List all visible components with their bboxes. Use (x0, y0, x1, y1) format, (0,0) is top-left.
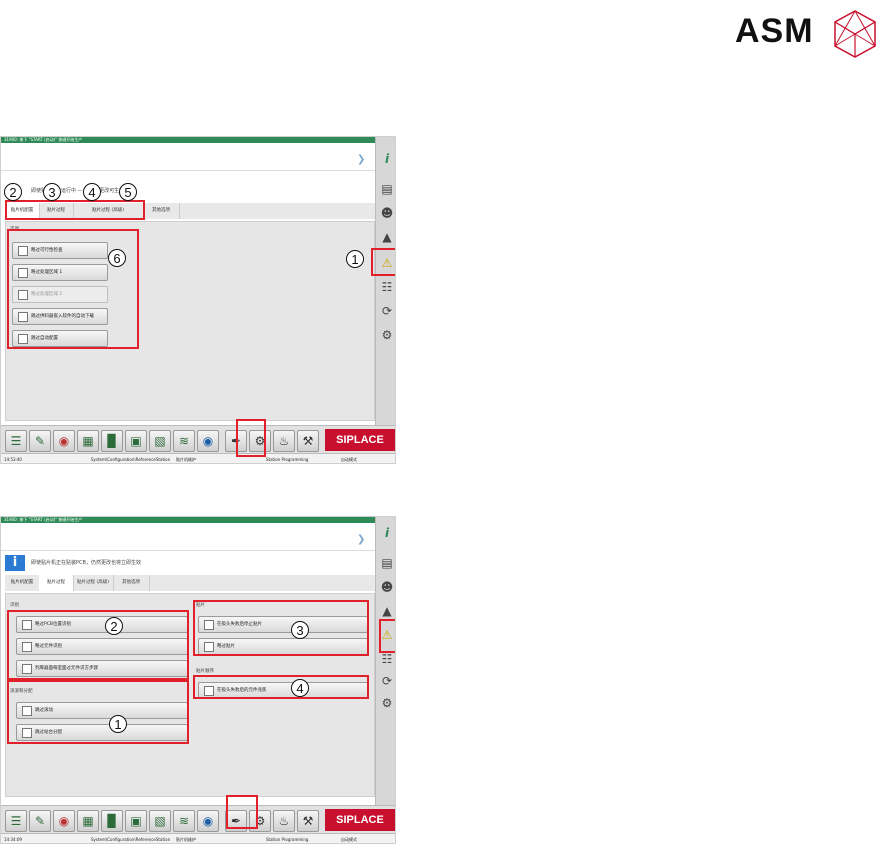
users-icon[interactable]: ☻ (379, 205, 395, 221)
callout-1: 1 (346, 250, 364, 268)
tool-icon[interactable]: ✎ (29, 810, 51, 832)
layout-icon[interactable]: ▲ (379, 603, 395, 619)
status-bar: 14:34:09 System\Configuration\ReferenceS… (1, 833, 395, 843)
status-mode: Station Programming (266, 837, 309, 842)
bottom-toolbar: ☰ ✎ ◉ ▦ ▉ ▣ ▧ ≋ ◉ ✒ ⚙ ♨ ⚒ SIPLACE (1, 425, 395, 453)
tab-placement[interactable]: 贴片过程 (39, 575, 74, 591)
info-icon[interactable]: i (379, 525, 395, 541)
status-auto: 自动模式 (341, 457, 357, 462)
tape-icon[interactable]: ⟳ (379, 303, 395, 319)
tab-other-options[interactable]: 其他选项 (143, 203, 180, 219)
highlight-rollout (7, 680, 189, 744)
highlight-identify (7, 610, 189, 680)
layout-icon[interactable]: ▲ (379, 229, 395, 245)
camera-icon[interactable]: ◉ (197, 430, 219, 452)
group-sequence-title: 贴片顺序 (196, 669, 214, 674)
grid-icon[interactable]: ▦ (77, 810, 99, 832)
siplace-logo: SIPLACE (325, 429, 395, 451)
group-identify-title: 识别 (10, 603, 19, 608)
book-icon[interactable]: ▧ (149, 430, 171, 452)
message-area (1, 143, 375, 171)
info-icon: i (5, 555, 25, 571)
highlight-toolbar (226, 795, 258, 829)
highlight-tabs (5, 200, 145, 220)
callout-6: 6 (108, 249, 126, 267)
callout-3: 3 (291, 621, 309, 639)
highlight-warning (379, 619, 395, 653)
spanner-icon[interactable]: ⚒ (297, 810, 319, 832)
callout-3: 3 (43, 183, 61, 201)
right-sidebar: i ▤ ☻ ▲ ⚠ ☷ ⟳ ⚙ (375, 517, 395, 805)
info-icon[interactable]: i (379, 151, 395, 167)
highlight-placement (193, 600, 369, 656)
status-station: 贴片机维护 (176, 457, 196, 462)
asm-logo-icon (832, 9, 878, 59)
info-text: 即使贴片机正在贴装PCB，仍然更改也将立即生效 (31, 560, 141, 566)
callout-5: 5 (119, 183, 137, 201)
nozzle-icon[interactable]: ⚙ (379, 695, 395, 711)
status-time: 14:34:09 (4, 837, 22, 842)
layers-icon[interactable]: ☰ (5, 810, 27, 832)
screenshot-bottom: 31900: 按下 "START (启动)" 按键开始生产 ❯ i 即使贴片机正… (0, 516, 396, 844)
bottom-toolbar: ☰ ✎ ◉ ▦ ▉ ▣ ▧ ≋ ◉ ✒ ⚙ ♨ ⚒ SIPLACE (1, 805, 395, 833)
nozzle-icon[interactable]: ⚙ (379, 327, 395, 343)
book-icon[interactable]: ▧ (149, 810, 171, 832)
chart-icon[interactable]: ▉ (101, 430, 123, 452)
screenshot-top: 31900: 按下 "START (启动)" 按键开始生产 ❯ 即使贴片机在运行… (0, 136, 396, 464)
feeder-icon[interactable]: ☷ (379, 279, 395, 295)
tab-other-options[interactable]: 其他选项 (113, 575, 150, 591)
siplace-logo: SIPLACE (325, 809, 395, 831)
status-station: 贴片机维护 (176, 837, 196, 842)
highlight-options (7, 229, 139, 349)
save-icon[interactable]: ▣ (125, 810, 147, 832)
status-time: 14:53:40 (4, 457, 22, 462)
status-bar: 14:53:40 System\Configuration\ReferenceS… (1, 453, 395, 463)
tool-icon[interactable]: ✎ (29, 430, 51, 452)
oil-icon[interactable]: ♨ (273, 430, 295, 452)
callout-1: 1 (109, 715, 127, 733)
palette-icon[interactable]: ◉ (53, 430, 75, 452)
status-path: System\Configuration\ReferenceStation (91, 457, 171, 462)
camera-icon[interactable]: ◉ (197, 810, 219, 832)
message-area (1, 523, 375, 551)
status-mode: Station Programming (266, 457, 309, 462)
graph-icon[interactable]: ≋ (173, 810, 195, 832)
oil-icon[interactable]: ♨ (273, 810, 295, 832)
highlight-sequence (193, 675, 369, 699)
grid-icon[interactable]: ▦ (77, 430, 99, 452)
highlight-toolbar (236, 419, 266, 457)
asm-brand-text: ASM (735, 12, 814, 50)
station-icon[interactable]: ▤ (379, 181, 395, 197)
save-icon[interactable]: ▣ (125, 430, 147, 452)
station-icon[interactable]: ▤ (379, 555, 395, 571)
chart-icon[interactable]: ▉ (101, 810, 123, 832)
callout-2: 2 (105, 617, 123, 635)
status-path: System\Configuration\ReferenceStation (91, 837, 171, 842)
callout-4: 4 (291, 679, 309, 697)
tape-icon[interactable]: ⟳ (379, 673, 395, 689)
feeder-icon[interactable]: ☷ (379, 651, 395, 667)
highlight-warning (371, 248, 395, 276)
layers-icon[interactable]: ☰ (5, 430, 27, 452)
arrow-right-icon[interactable]: ❯ (357, 155, 367, 165)
status-auto: 自动模式 (341, 837, 357, 842)
tab-bar: 贴片机配置 贴片过程 贴片过程 (高级) 其他选项 (5, 575, 375, 591)
right-sidebar: i ▤ ☻ ▲ ⚠ ☷ ⟳ ⚙ (375, 137, 395, 425)
spanner-icon[interactable]: ⚒ (297, 430, 319, 452)
tab-placement-advanced[interactable]: 贴片过程 (高级) (73, 575, 114, 591)
callout-4: 4 (83, 183, 101, 201)
tab-machine-config[interactable]: 贴片机配置 (5, 575, 40, 591)
users-icon[interactable]: ☻ (379, 579, 395, 595)
arrow-right-icon[interactable]: ❯ (357, 535, 367, 545)
callout-2: 2 (4, 183, 22, 201)
graph-icon[interactable]: ≋ (173, 430, 195, 452)
palette-icon[interactable]: ◉ (53, 810, 75, 832)
